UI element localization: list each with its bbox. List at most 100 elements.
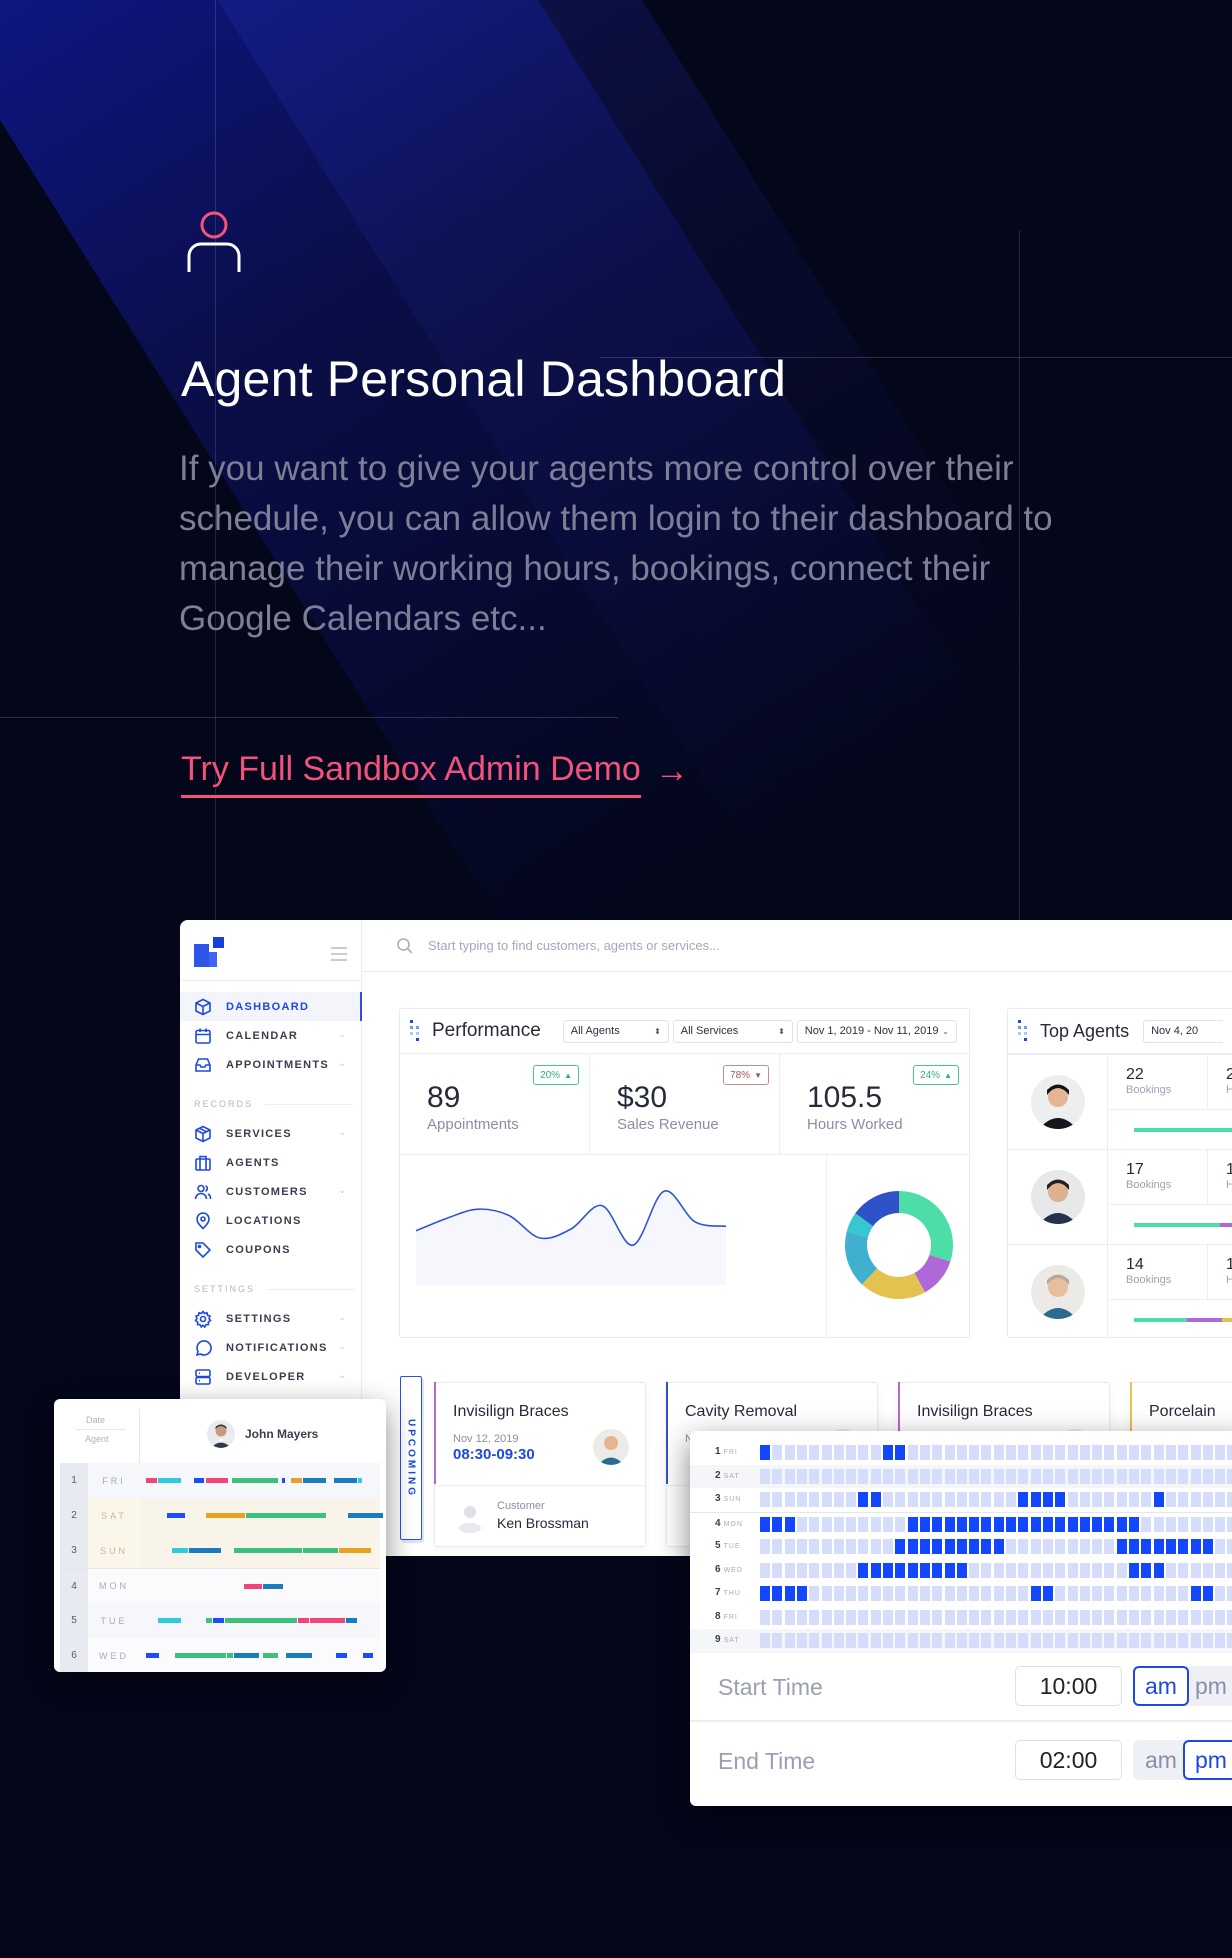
- availability-slot[interactable]: [993, 1562, 1004, 1578]
- drag-handle-icon[interactable]: [1018, 1020, 1028, 1042]
- availability-slot[interactable]: [870, 1516, 881, 1532]
- availability-slot[interactable]: [944, 1609, 955, 1625]
- availability-slot[interactable]: [809, 1468, 820, 1484]
- availability-slot[interactable]: [796, 1445, 807, 1460]
- availability-slot[interactable]: [1227, 1445, 1232, 1460]
- availability-slot[interactable]: [1116, 1516, 1127, 1532]
- availability-slot[interactable]: [1055, 1633, 1066, 1648]
- schedule-segment[interactable]: [348, 1513, 383, 1518]
- schedule-segment[interactable]: [334, 1478, 357, 1483]
- services-select[interactable]: All Services ⬍: [672, 1019, 793, 1043]
- availability-slot[interactable]: [895, 1445, 906, 1460]
- drag-handle-icon[interactable]: [410, 1020, 420, 1042]
- availability-slot[interactable]: [1227, 1609, 1232, 1625]
- availability-slot[interactable]: [1215, 1492, 1226, 1507]
- availability-slot[interactable]: [1079, 1492, 1090, 1507]
- schedule-segment[interactable]: [303, 1548, 338, 1553]
- schedule-segment[interactable]: [303, 1478, 326, 1483]
- availability-slot[interactable]: [919, 1492, 930, 1507]
- availability-slot[interactable]: [883, 1492, 893, 1507]
- availability-slot[interactable]: [883, 1609, 893, 1625]
- availability-slot[interactable]: [1153, 1445, 1164, 1460]
- availability-slot[interactable]: [907, 1492, 918, 1507]
- availability-slot[interactable]: [883, 1562, 893, 1578]
- availability-slot[interactable]: [1042, 1445, 1053, 1460]
- availability-slot[interactable]: [1116, 1586, 1127, 1601]
- availability-slot[interactable]: [1129, 1445, 1139, 1460]
- availability-slot[interactable]: [1215, 1586, 1226, 1601]
- availability-slot[interactable]: [833, 1562, 844, 1578]
- availability-slot[interactable]: [1129, 1468, 1139, 1484]
- sidebar-item-appointments[interactable]: APPOINTMENTS ⌄: [180, 1050, 362, 1079]
- availability-slot[interactable]: [1067, 1609, 1078, 1625]
- availability-slot[interactable]: [772, 1492, 783, 1507]
- availability-slot[interactable]: [1153, 1468, 1164, 1484]
- availability-slot[interactable]: [870, 1468, 881, 1484]
- sidebar-item-customers[interactable]: CUSTOMERS ⌄: [180, 1177, 362, 1206]
- availability-slot[interactable]: [1067, 1562, 1078, 1578]
- availability-slot[interactable]: [956, 1586, 967, 1601]
- availability-slot[interactable]: [772, 1445, 783, 1460]
- availability-slot[interactable]: [772, 1562, 783, 1578]
- availability-slot[interactable]: [1006, 1492, 1016, 1507]
- end-pm-button[interactable]: pm: [1183, 1740, 1232, 1780]
- logo-icon[interactable]: [194, 937, 224, 967]
- availability-slot[interactable]: [932, 1492, 943, 1507]
- availability-slot[interactable]: [969, 1562, 980, 1578]
- availability-slot[interactable]: [932, 1633, 943, 1648]
- availability-slot[interactable]: [1116, 1633, 1127, 1648]
- availability-slot[interactable]: [1018, 1609, 1029, 1625]
- availability-slot[interactable]: [1079, 1609, 1090, 1625]
- availability-slot[interactable]: [833, 1445, 844, 1460]
- availability-slot[interactable]: [944, 1468, 955, 1484]
- availability-slot[interactable]: [784, 1492, 795, 1507]
- availability-slot[interactable]: [833, 1468, 844, 1484]
- availability-slot[interactable]: [821, 1609, 832, 1625]
- schedule-segment[interactable]: [362, 1653, 374, 1658]
- availability-slot[interactable]: [1165, 1609, 1176, 1625]
- availability-slot[interactable]: [784, 1586, 795, 1601]
- availability-slot[interactable]: [1141, 1492, 1152, 1507]
- availability-slot[interactable]: [1067, 1445, 1078, 1460]
- availability-slot[interactable]: [1104, 1562, 1115, 1578]
- availability-slot[interactable]: [1055, 1562, 1066, 1578]
- availability-slot[interactable]: [1141, 1516, 1152, 1532]
- availability-slot[interactable]: [760, 1516, 770, 1532]
- schedule-segment[interactable]: [157, 1618, 181, 1623]
- availability-slot[interactable]: [1030, 1468, 1041, 1484]
- availability-slot[interactable]: [858, 1516, 869, 1532]
- availability-slot[interactable]: [993, 1492, 1004, 1507]
- availability-slot[interactable]: [1202, 1586, 1213, 1601]
- availability-slot[interactable]: [1018, 1562, 1029, 1578]
- availability-slot[interactable]: [981, 1539, 992, 1554]
- availability-slot[interactable]: [1141, 1586, 1152, 1601]
- availability-slot[interactable]: [846, 1609, 857, 1625]
- availability-slot[interactable]: [1042, 1609, 1053, 1625]
- availability-slot[interactable]: [969, 1492, 980, 1507]
- schedule-segment[interactable]: [345, 1618, 357, 1623]
- availability-slot[interactable]: [944, 1586, 955, 1601]
- availability-slot[interactable]: [821, 1492, 832, 1507]
- availability-slot[interactable]: [870, 1586, 881, 1601]
- availability-slot[interactable]: [1067, 1468, 1078, 1484]
- availability-slot[interactable]: [1030, 1492, 1041, 1507]
- availability-slot[interactable]: [1141, 1562, 1152, 1578]
- availability-slot[interactable]: [833, 1586, 844, 1601]
- availability-slot[interactable]: [821, 1586, 832, 1601]
- availability-slot[interactable]: [883, 1468, 893, 1484]
- availability-slot[interactable]: [1153, 1492, 1164, 1507]
- availability-slot[interactable]: [796, 1539, 807, 1554]
- date-range-select[interactable]: Nov 1, 2019 - Nov 11, 2019 ⌄: [796, 1019, 957, 1043]
- availability-slot[interactable]: [821, 1539, 832, 1554]
- availability-slot[interactable]: [796, 1468, 807, 1484]
- availability-slot[interactable]: [870, 1562, 881, 1578]
- availability-slot[interactable]: [846, 1445, 857, 1460]
- availability-slot[interactable]: [846, 1633, 857, 1648]
- availability-slot[interactable]: [1190, 1586, 1201, 1601]
- availability-slot[interactable]: [1153, 1609, 1164, 1625]
- availability-slot[interactable]: [833, 1633, 844, 1648]
- availability-slot[interactable]: [919, 1633, 930, 1648]
- availability-slot[interactable]: [932, 1468, 943, 1484]
- availability-slot[interactable]: [809, 1539, 820, 1554]
- availability-slot[interactable]: [919, 1539, 930, 1554]
